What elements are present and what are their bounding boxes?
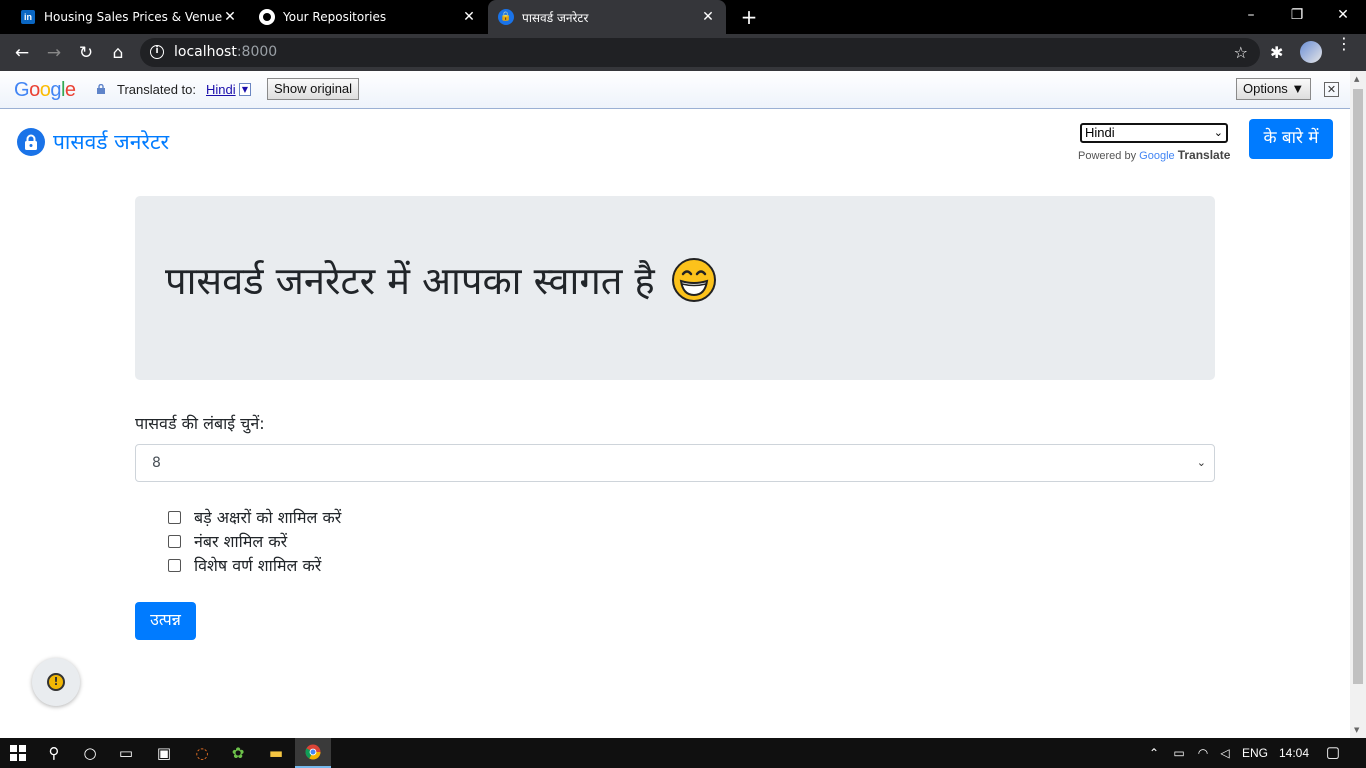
action-center-icon[interactable]: ▢ [1320, 738, 1346, 768]
options-checklist: बड़े अक्षरों को शामिल करें नंबर शामिल कर… [168, 505, 341, 577]
windows-start-icon[interactable] [0, 738, 36, 768]
search-icon[interactable]: ⚲ [36, 738, 72, 768]
numbers-checkbox[interactable] [168, 534, 181, 548]
extensions-puzzle-icon[interactable]: ✱ [1270, 43, 1283, 62]
chrome-icon[interactable] [295, 738, 331, 768]
home-icon[interactable]: ⌂ [104, 39, 132, 67]
windows-taskbar: ⚲ ○ ▭ ▣ ◌ ✿ ▬ ⌃ ▭ ◠ ◁ ENG 14:04 ▢ [0, 738, 1366, 768]
uppercase-checkbox[interactable] [168, 510, 181, 524]
powered-google-logo: Google [1139, 150, 1175, 162]
page-content: पासवर्ड जनरेटर Hindi ⌄ Powered by Google… [0, 110, 1350, 738]
language-dropdown-icon[interactable]: ▼ [239, 83, 251, 96]
translate-options-button[interactable]: Options ▼ [1236, 78, 1312, 100]
option-special-chars[interactable]: विशेष वर्ण शामिल करें [168, 553, 341, 577]
clock[interactable]: 14:04 [1276, 738, 1312, 768]
url-port: :8000 [236, 44, 278, 60]
welcome-jumbotron: पासवर्ड जनरेटर में आपका स्वागत है [135, 196, 1215, 380]
scroll-down-icon[interactable]: ▼ [1354, 726, 1359, 734]
url-host: localhost [174, 44, 237, 60]
option-uppercase[interactable]: बड़े अक्षरों को शामिल करें [168, 505, 341, 529]
restore-button[interactable]: ❐ [1274, 0, 1320, 34]
address-bar[interactable]: i localhost:8000 ☆ [140, 38, 1260, 67]
tab-linkedin[interactable]: in Housing Sales Prices & Venues D ✕ [10, 0, 248, 34]
tab-password-generator[interactable]: 🔒 पासवर्ड जनरेटर ✕ [488, 0, 726, 34]
google-translate-language-select[interactable]: Hindi ⌄ [1080, 123, 1228, 143]
battery-icon[interactable]: ▭ [1168, 738, 1190, 768]
scroll-up-icon[interactable]: ▲ [1354, 75, 1359, 83]
generate-button[interactable]: उत्पन्न [135, 602, 196, 640]
welcome-heading: पासवर्ड जनरेटर में आपका स्वागत है [165, 259, 655, 303]
show-original-button[interactable]: Show original [267, 78, 360, 100]
jupyter-icon[interactable]: ◌ [184, 738, 220, 768]
terminal-icon[interactable]: ▣ [146, 738, 182, 768]
tab-close-icon[interactable]: ✕ [222, 9, 238, 25]
welcome-heading-row: पासवर्ड जनरेटर में आपका स्वागत है [165, 254, 717, 306]
translated-to-label: Translated to: [117, 82, 197, 97]
browser-tab-strip: in Housing Sales Prices & Venues D ✕ You… [0, 0, 1366, 34]
lock-icon: 🔒 [498, 9, 514, 25]
translate-bar: Google Translated to: Hindi ▼ Show origi… [0, 71, 1366, 109]
profile-avatar[interactable] [1300, 41, 1322, 63]
powered-by-text: Powered by [1078, 150, 1137, 162]
about-button[interactable]: के बारे में [1249, 119, 1333, 159]
github-icon [259, 9, 275, 25]
brand-title: पासवर्ड जनरेटर [53, 130, 170, 154]
navbar-brand[interactable]: पासवर्ड जनरेटर [17, 128, 169, 156]
tab-title: Your Repositories [283, 10, 387, 24]
input-language[interactable]: ENG [1238, 738, 1272, 768]
tab-title: पासवर्ड जनरेटर [522, 10, 589, 25]
scrollbar-thumb[interactable] [1353, 89, 1363, 684]
volume-icon[interactable]: ◁ [1214, 738, 1236, 768]
bookmark-star-icon[interactable]: ☆ [1234, 38, 1248, 67]
password-length-select[interactable]: 8 ⌄ [135, 444, 1215, 482]
tab-title: Housing Sales Prices & Venues D [44, 10, 222, 24]
file-explorer-icon[interactable]: ▬ [258, 738, 294, 768]
page-scrollbar[interactable]: ▲ ▼ [1350, 71, 1366, 738]
minimize-button[interactable]: – [1228, 0, 1274, 34]
cortana-icon[interactable]: ○ [72, 738, 108, 768]
lock-icon [17, 128, 45, 156]
close-translate-bar-icon[interactable]: ✕ [1324, 82, 1339, 97]
special-chars-checkbox[interactable] [168, 558, 181, 572]
browser-toolbar: ← → ↻ ⌂ i localhost:8000 ☆ ✱ ⋮ [0, 34, 1366, 71]
browser-menu-icon[interactable]: ⋮ [1336, 36, 1352, 52]
wifi-icon[interactable]: ◠ [1192, 738, 1214, 768]
tab-close-icon[interactable]: ✕ [700, 9, 716, 25]
new-tab-button[interactable]: + [736, 4, 762, 30]
grinning-face-icon [671, 258, 716, 302]
tab-github[interactable]: Your Repositories ✕ [249, 0, 487, 34]
anaconda-icon[interactable]: ✿ [220, 738, 256, 768]
selected-length: 8 [152, 455, 161, 471]
powered-by-google-translate: Powered by Google Translate [1078, 148, 1230, 162]
special-chars-label: विशेष वर्ण शामिल करें [194, 556, 322, 575]
uppercase-label: बड़े अक्षरों को शामिल करें [194, 508, 342, 527]
alert-icon: ! [47, 673, 65, 691]
secure-lock-icon [97, 84, 105, 94]
selected-language: Hindi [1085, 125, 1115, 140]
close-window-button[interactable]: ✕ [1320, 0, 1366, 34]
forward-arrow-icon[interactable]: → [40, 39, 68, 67]
site-info-icon[interactable]: i [150, 45, 164, 59]
back-arrow-icon[interactable]: ← [8, 39, 36, 67]
task-view-icon[interactable]: ▭ [108, 738, 144, 768]
translated-language-link[interactable]: Hindi [206, 82, 236, 97]
tab-close-icon[interactable]: ✕ [461, 9, 477, 25]
linkedin-icon: in [20, 9, 36, 25]
numbers-label: नंबर शामिल करें [194, 532, 288, 551]
chevron-down-icon: ⌄ [1196, 456, 1206, 469]
powered-translate-text: Translate [1177, 148, 1231, 162]
password-length-label: पासवर्ड की लंबाई चुनें: [135, 414, 265, 433]
floating-action-button[interactable]: ! [32, 658, 80, 706]
chevron-down-icon: ⌄ [1213, 127, 1223, 139]
option-numbers[interactable]: नंबर शामिल करें [168, 529, 341, 553]
google-logo: Google [14, 79, 76, 101]
reload-icon[interactable]: ↻ [72, 39, 100, 67]
show-hidden-icons-icon[interactable]: ⌃ [1144, 738, 1164, 768]
